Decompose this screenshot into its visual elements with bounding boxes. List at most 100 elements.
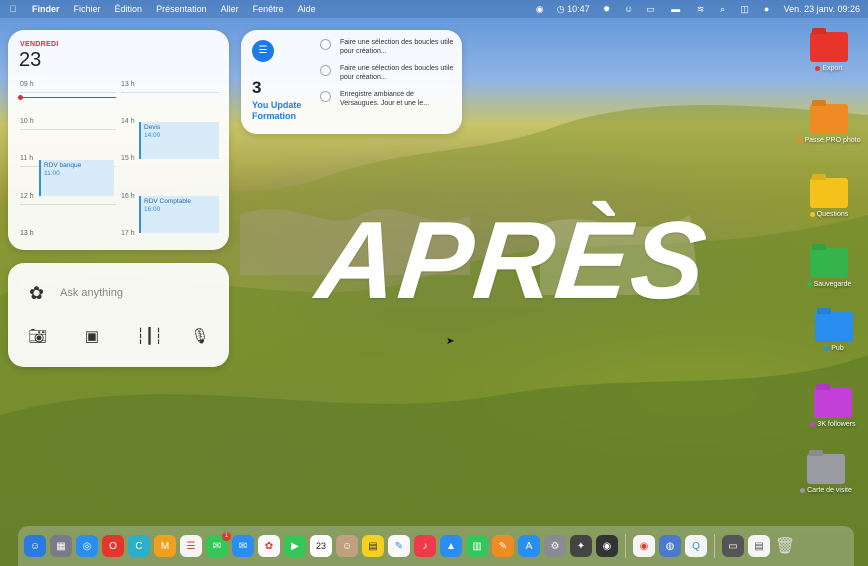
calendar-event[interactable]: RDV banque 11:00 xyxy=(39,160,114,196)
calendar-event[interactable]: Devis 14:00 xyxy=(139,122,219,159)
folder-label: Export xyxy=(822,65,843,72)
system-settings-icon[interactable]: ⚙ xyxy=(544,535,566,557)
reminder-checkbox[interactable] xyxy=(320,65,331,76)
reminder-checkbox[interactable] xyxy=(320,91,331,102)
record-icon[interactable]: ◉ xyxy=(535,4,545,14)
desktop-folder[interactable]: Sauvegarde xyxy=(789,248,868,289)
event-title: RDV banque xyxy=(44,162,82,169)
microphone-icon[interactable]: 🎙︎ xyxy=(190,327,210,345)
siri-icon[interactable]: ● xyxy=(762,4,772,14)
reminders-count: 3 xyxy=(252,78,262,97)
freeform-icon[interactable]: ✎ xyxy=(388,535,410,557)
spotlight-search-icon[interactable]: ⌕ xyxy=(718,4,728,14)
desktop-folder[interactable]: Passe PRO photo xyxy=(789,104,868,145)
hour-label: 15 h xyxy=(121,155,135,162)
desktop-folder[interactable]: 3K followers xyxy=(793,388,868,429)
reminder-checkbox[interactable] xyxy=(320,39,331,50)
chatgpt-widget[interactable]: ✿ Ask anything 📷︎ ▣ ┆┃┆ 🎙︎ xyxy=(8,263,229,367)
facetime-icon[interactable]: ▶ xyxy=(284,535,306,557)
document-stack-icon[interactable]: ▤ xyxy=(748,535,770,557)
disk-utility-icon[interactable]: ◍ xyxy=(659,535,681,557)
display-status-icon[interactable]: ▭ xyxy=(646,4,656,14)
folder-label: Sauvegarde xyxy=(813,281,852,288)
list-bullet-icon: ☰ xyxy=(252,40,274,62)
dock-separator xyxy=(714,534,715,558)
screenshot-stack-icon[interactable]: ▭ xyxy=(722,535,744,557)
hour-label: 10 h xyxy=(20,118,34,125)
menu-bar:  Finder Fichier Édition Présentation Al… xyxy=(0,0,868,18)
menu-fichier[interactable]: Fichier xyxy=(74,4,101,14)
photo-icon[interactable]: ▣ xyxy=(82,327,102,345)
desktop-folder[interactable]: Carte de visite xyxy=(786,454,866,495)
mouse-cursor-icon: ➤ xyxy=(446,336,455,347)
event-time: 11:00 xyxy=(44,170,60,177)
wifi-icon[interactable]: ≋ xyxy=(696,4,706,14)
numbers-icon[interactable]: ▥ xyxy=(466,535,488,557)
messages-icon[interactable]: ✉ 1 xyxy=(206,532,231,557)
reminders-widget[interactable]: ☰ 3 You Update Formation Faire une sélec… xyxy=(241,30,462,134)
folder-label: Pub xyxy=(831,345,844,352)
reminder-text: Enregistre ambiance de Versaugues. Jour … xyxy=(340,91,430,107)
gear-status-icon[interactable]: ✹ xyxy=(602,4,612,14)
reminder-text: Faire une sélection des boucles utile po… xyxy=(340,39,454,55)
menu-aller[interactable]: Aller xyxy=(221,4,239,14)
dock: ☺ ▦ ◎ O C M ☰ ✉ 1 ✉ ✿ ▶ 23 ☺ ▤ ✎ ♪ ▲ ▥ ✎ … xyxy=(18,526,854,566)
reminders-app-icon[interactable]: ☰ xyxy=(180,535,202,557)
notes-icon[interactable]: ▤ xyxy=(362,535,384,557)
menu-aide[interactable]: Aide xyxy=(298,4,316,14)
hour-label: 17 h xyxy=(121,230,135,237)
hour-label: 09 h xyxy=(20,81,34,88)
safari-icon[interactable]: ◎ xyxy=(76,535,98,557)
final-cut-icon[interactable]: ✦ xyxy=(570,535,592,557)
chrome-icon[interactable]: ◉ xyxy=(633,535,655,557)
compressor-icon[interactable]: ◉ xyxy=(596,535,618,557)
folder-label: Questions xyxy=(816,211,849,218)
menu-presentation[interactable]: Présentation xyxy=(156,4,207,14)
desktop-folder[interactable]: Export xyxy=(789,32,868,73)
app-m-icon[interactable]: M xyxy=(154,535,176,557)
calendar-app-icon[interactable]: 23 xyxy=(310,535,332,557)
desktop-folder[interactable]: Pub xyxy=(794,312,868,353)
folder-icon xyxy=(810,32,848,62)
ask-anything-input[interactable]: Ask anything xyxy=(60,287,123,299)
opera-icon[interactable]: O xyxy=(102,535,124,557)
current-time-line xyxy=(20,97,116,98)
hour-label: 12 h xyxy=(20,193,34,200)
apple-menu-icon[interactable]:  xyxy=(8,4,18,14)
tag-dot xyxy=(809,211,815,217)
mail-icon[interactable]: ✉ xyxy=(232,535,254,557)
keynote-icon[interactable]: ▲ xyxy=(440,535,462,557)
calendar-day-number: 23 xyxy=(19,49,42,71)
hour-label: 16 h xyxy=(121,193,135,200)
calendar-widget[interactable]: VENDREDI 23 09 h 10 h 11 h 12 h 13 h 13 … xyxy=(8,30,229,250)
battery-icon[interactable]: ▬ xyxy=(668,4,684,14)
pages-icon[interactable]: ✎ xyxy=(492,535,514,557)
quicktime-icon[interactable]: Q xyxy=(685,535,707,557)
hour-label: 13 h xyxy=(121,81,135,88)
menu-app-name[interactable]: Finder xyxy=(32,4,60,14)
folder-icon xyxy=(814,388,852,418)
menu-fenetre[interactable]: Fenêtre xyxy=(253,4,284,14)
photos-icon[interactable]: ✿ xyxy=(258,535,280,557)
menu-edition[interactable]: Édition xyxy=(115,4,143,14)
voice-waveform-icon[interactable]: ┆┃┆ xyxy=(136,327,163,345)
launchpad-icon[interactable]: ▦ xyxy=(50,535,72,557)
trash-icon[interactable]: 🗑︎ xyxy=(774,535,796,557)
hour-label: 13 h xyxy=(20,230,34,237)
folder-label: 3K followers xyxy=(817,421,856,428)
timer-icon: ◷ xyxy=(556,3,565,14)
user-status-icon[interactable]: ☺ xyxy=(624,4,634,14)
hour-divider xyxy=(20,92,116,93)
camera-icon[interactable]: 📷︎ xyxy=(28,327,48,345)
music-icon[interactable]: ♪ xyxy=(414,535,436,557)
calendar-event[interactable]: RDV Comptable 16:00 xyxy=(139,196,219,233)
app-store-icon[interactable]: A xyxy=(518,535,540,557)
control-center-icon[interactable]: ◫ xyxy=(740,4,750,14)
contacts-icon[interactable]: ☺ xyxy=(336,535,358,557)
calendar-app-day: 23 xyxy=(315,541,326,551)
timer-status[interactable]: ◷ 10:47 xyxy=(557,4,590,15)
canva-icon[interactable]: C xyxy=(128,535,150,557)
finder-icon[interactable]: ☺ xyxy=(24,535,46,557)
desktop-folder[interactable]: Questions xyxy=(789,178,868,219)
menu-datetime[interactable]: Ven. 23 janv. 09:26 xyxy=(784,4,860,14)
